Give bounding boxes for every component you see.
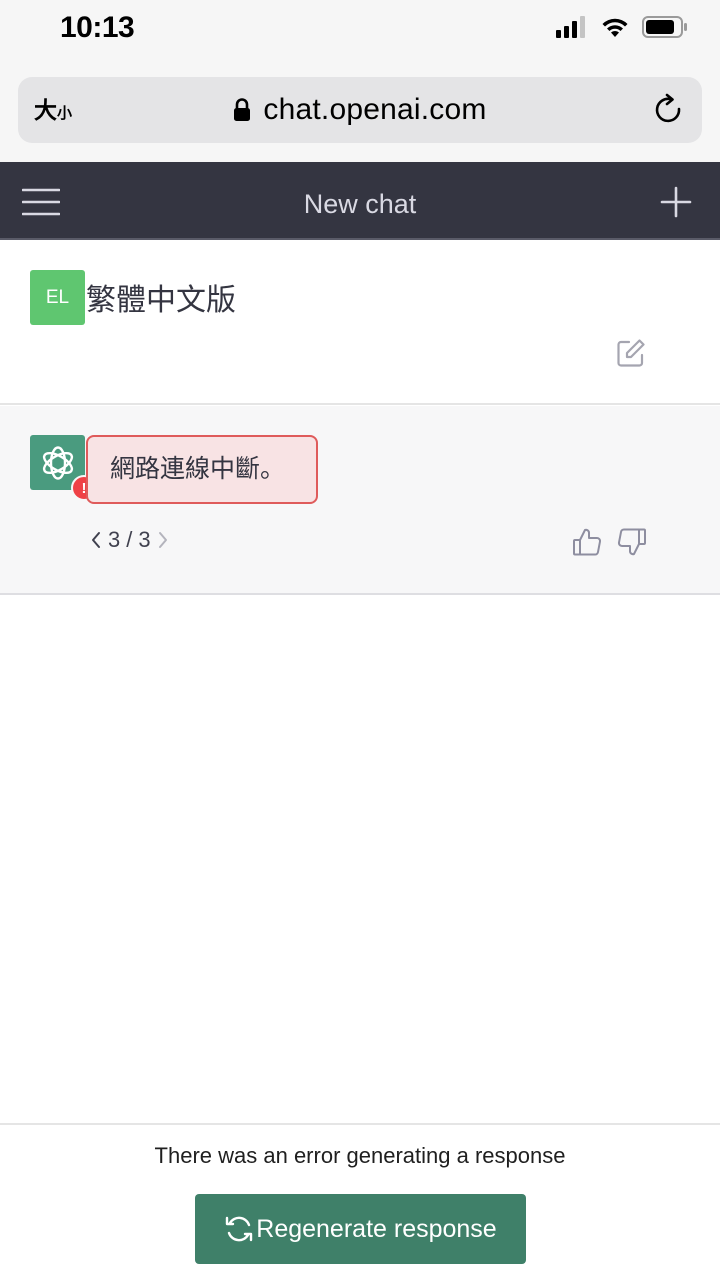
status-bar: 10:13 bbox=[0, 0, 720, 60]
url-text: chat.openai.com bbox=[263, 93, 487, 126]
thumbs-down-icon[interactable] bbox=[617, 527, 647, 557]
regenerate-button[interactable]: Regenerate response bbox=[195, 1194, 526, 1264]
user-avatar: EL bbox=[30, 270, 85, 325]
user-message-text: 繁體中文版 bbox=[86, 284, 236, 317]
error-notice: There was an error generating a response bbox=[154, 1143, 566, 1168]
plus-icon[interactable] bbox=[660, 186, 692, 218]
header-title: New chat bbox=[303, 189, 417, 219]
reload-icon[interactable] bbox=[652, 93, 686, 127]
error-message: 網路連線中斷。 bbox=[86, 435, 318, 504]
regenerate-label: Regenerate response bbox=[256, 1214, 497, 1243]
pager-separator: / bbox=[126, 527, 133, 552]
chevron-left-icon[interactable] bbox=[90, 531, 102, 549]
thumbs-up-icon[interactable] bbox=[572, 527, 602, 557]
battery-icon bbox=[642, 16, 687, 38]
chevron-right-icon[interactable] bbox=[157, 531, 169, 549]
refresh-icon bbox=[226, 1216, 253, 1242]
wifi-icon bbox=[602, 18, 628, 37]
app-header: New chat bbox=[0, 162, 720, 240]
status-time: 10:13 bbox=[60, 11, 135, 44]
pager-total: 3 bbox=[138, 527, 151, 552]
response-pager: 3 / 3 bbox=[90, 527, 169, 553]
pager-current: 3 bbox=[108, 527, 121, 552]
lock-icon bbox=[234, 98, 251, 121]
address-bar[interactable]: 大小 chat.openai.com bbox=[18, 77, 702, 143]
footer: There was an error generating a response… bbox=[0, 1123, 720, 1273]
assistant-message: ! 網路連線中斷。 3 / 3 bbox=[0, 406, 720, 595]
status-icons bbox=[556, 16, 688, 38]
edit-icon[interactable] bbox=[616, 338, 646, 368]
user-message: EL 繁體中文版 bbox=[0, 241, 720, 405]
browser-toolbar: 大小 chat.openai.com bbox=[0, 60, 720, 162]
url-display[interactable]: chat.openai.com bbox=[18, 93, 702, 127]
signal-icon bbox=[556, 16, 585, 38]
openai-logo-icon bbox=[42, 445, 73, 480]
